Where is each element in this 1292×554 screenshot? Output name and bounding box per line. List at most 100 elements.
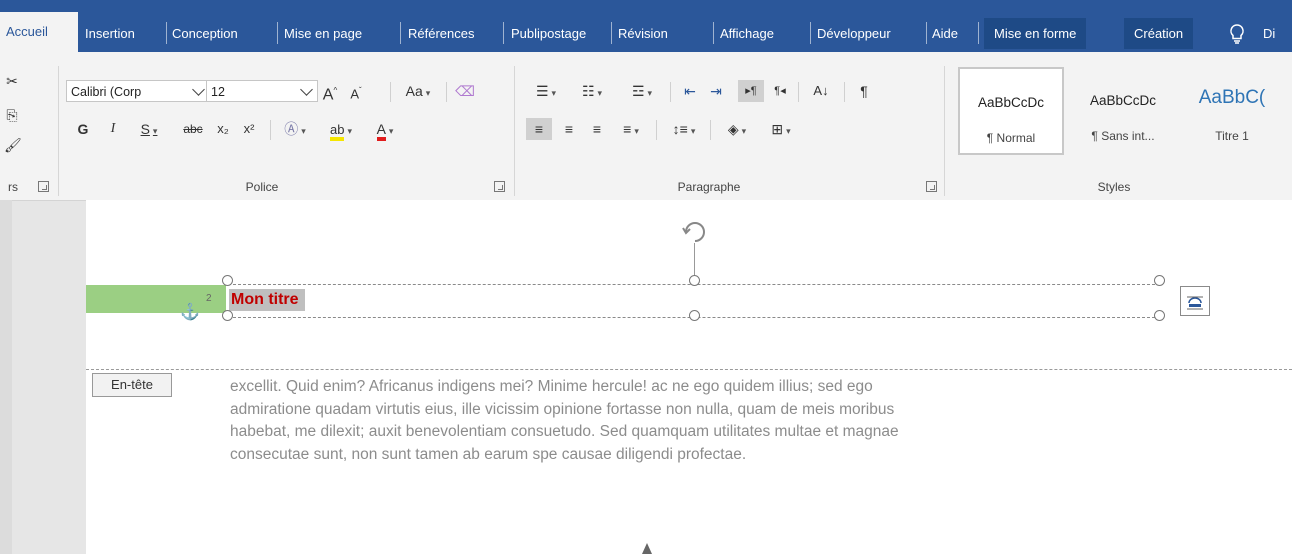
text-effects-icon[interactable]: Ⓐ [278, 118, 312, 140]
tab-affichage[interactable]: Affichage [720, 18, 774, 49]
header-label[interactable]: En-tête [92, 373, 172, 397]
tab-conception[interactable]: Conception [172, 18, 238, 49]
ltr-direction-icon[interactable]: ▸¶ [738, 80, 764, 102]
decrease-indent-icon[interactable]: ⇤ [678, 80, 702, 102]
divider [670, 82, 671, 102]
rotate-handle-icon[interactable] [680, 218, 710, 246]
resize-handle-top-right[interactable] [1154, 275, 1165, 286]
tab-insertion[interactable]: Insertion [85, 18, 135, 49]
clipboard-launcher-icon[interactable] [38, 181, 49, 192]
tab-revision[interactable]: Révision [618, 18, 668, 49]
resize-handle-top-left[interactable] [222, 275, 233, 286]
align-right-icon[interactable]: ≡ [584, 118, 610, 140]
divider [656, 120, 657, 140]
body-line: habebat, me dilexit; auxit benevolentiam… [230, 423, 899, 440]
increase-indent-icon[interactable]: ⇥ [704, 80, 728, 102]
tab-separator [713, 22, 714, 44]
change-case-button[interactable]: Aa [400, 80, 436, 102]
clear-formatting-icon[interactable]: ⌫ [454, 80, 476, 102]
font-size-value: 12 [211, 85, 225, 99]
line-spacing-icon[interactable]: ↕≡ [664, 118, 704, 140]
bold-button[interactable]: G [74, 118, 92, 140]
chevron-down-icon[interactable] [192, 83, 205, 96]
italic-button[interactable]: I [104, 118, 122, 140]
tab-separator [926, 22, 927, 44]
style-normal[interactable]: AaBbCcDc ¶ Normal [958, 67, 1064, 155]
styles-group: AaBbCcDc ¶ Normal AaBbCcDc ¶ Sans int...… [944, 52, 1292, 200]
tab-mise-en-forme[interactable]: Mise en forme [984, 18, 1087, 49]
tab-mise-en-page[interactable]: Mise en page [284, 18, 362, 49]
anchor-icon[interactable]: ⚓ [180, 302, 200, 322]
styles-group-label: Styles [1097, 180, 1131, 194]
tab-separator [611, 22, 612, 44]
tab-publipostage[interactable]: Publipostage [511, 18, 586, 49]
document-body[interactable]: excellit. Quid enim? Africanus indigens … [230, 376, 1160, 466]
tab-aide[interactable]: Aide [932, 18, 958, 49]
tab-references[interactable]: Références [408, 18, 474, 49]
sort-button[interactable]: A↓ [806, 80, 836, 102]
resize-handle-bottom[interactable] [689, 310, 700, 321]
left-margin [0, 200, 12, 554]
font-name-value: Calibri (Corp [71, 85, 142, 99]
paragraph-launcher-icon[interactable] [926, 181, 937, 192]
cut-icon[interactable]: ✂ [4, 70, 20, 92]
tab-developpeur[interactable]: Développeur [817, 18, 891, 49]
mouse-cursor-icon [642, 543, 652, 554]
layout-options-icon[interactable] [1180, 286, 1210, 316]
shrink-font-button[interactable]: Aˇ [346, 80, 366, 102]
chevron-down-icon[interactable] [300, 83, 313, 96]
style-titre-1[interactable]: AaBbC( Titre 1 [1180, 67, 1284, 155]
tab-separator [978, 22, 979, 44]
superscript-button[interactable]: x² [238, 118, 260, 140]
divider [798, 82, 799, 102]
show-formatting-button[interactable]: ¶ [852, 80, 876, 102]
lightbulb-icon[interactable] [1228, 18, 1258, 49]
tab-dites-le-nous[interactable]: Di [1263, 18, 1275, 49]
bullets-icon[interactable]: ☰ [526, 80, 566, 102]
style-sans-interligne[interactable]: AaBbCcDc ¶ Sans int... [1070, 67, 1176, 155]
font-group: Calibri (Corp 12 A^ Aˇ Aa ⌫ G I S abc x₂… [62, 52, 514, 200]
font-launcher-icon[interactable] [494, 181, 505, 192]
divider [390, 82, 391, 102]
align-left-icon[interactable]: ≡ [526, 118, 552, 140]
tab-separator [810, 22, 811, 44]
tab-separator [400, 22, 401, 44]
clipboard-group: ✂ ⎘ 🖌 rs [0, 52, 62, 200]
paragraph-group-label: Paragraphe [677, 180, 741, 194]
document-title[interactable]: Mon titre [229, 289, 305, 311]
font-color-button[interactable]: A [368, 118, 402, 141]
resize-handle-bottom-left[interactable] [222, 310, 233, 321]
align-center-icon[interactable]: ≡ [556, 118, 582, 140]
copy-icon[interactable]: ⎘ [4, 104, 20, 126]
multilevel-list-icon[interactable]: ☲ [620, 80, 664, 102]
tab-separator [277, 22, 278, 44]
grow-font-button[interactable]: A^ [320, 80, 340, 103]
divider [844, 82, 845, 102]
underline-button[interactable]: S [132, 118, 166, 140]
numbering-icon[interactable]: ☷ [572, 80, 612, 102]
divider [710, 120, 711, 140]
tab-separator [503, 22, 504, 44]
rtl-direction-icon[interactable]: ¶◂ [768, 80, 792, 102]
shading-icon[interactable]: ◈ [718, 118, 756, 140]
borders-icon[interactable]: ⊞ [762, 118, 800, 140]
justify-icon[interactable]: ≡ [612, 118, 650, 140]
body-line: consecutae sunt, non sunt tamen ab earum… [230, 445, 747, 463]
highlight-color-icon[interactable]: ab [324, 118, 358, 141]
clipboard-group-label: rs [8, 180, 18, 194]
resize-handle-bottom-right[interactable] [1154, 310, 1165, 321]
paragraph-group: ☰ ☷ ☲ ⇤ ⇥ ▸¶ ¶◂ A↓ ¶ ≡ ≡ ≡ ≡ ↕≡ ◈ ⊞ Para… [514, 52, 944, 200]
tab-creation[interactable]: Création [1124, 18, 1194, 49]
font-name-combo[interactable]: Calibri (Corp [66, 80, 210, 102]
font-size-combo[interactable]: 12 [206, 80, 318, 102]
subscript-button[interactable]: x₂ [212, 118, 234, 140]
resize-handle-top[interactable] [689, 275, 700, 286]
divider [270, 120, 271, 140]
ribbon: ✂ ⎘ 🖌 rs Calibri (Corp 12 A^ Aˇ Aa ⌫ G I… [0, 52, 1292, 201]
format-painter-icon[interactable]: 🖌 [4, 134, 22, 156]
header-highlight-bar [86, 285, 226, 313]
strikethrough-button[interactable]: abc [180, 118, 206, 140]
header-boundary [86, 369, 1292, 370]
body-line: admiratione quadam virtutis eius, ille v… [230, 400, 895, 418]
font-group-label: Police [245, 180, 279, 194]
